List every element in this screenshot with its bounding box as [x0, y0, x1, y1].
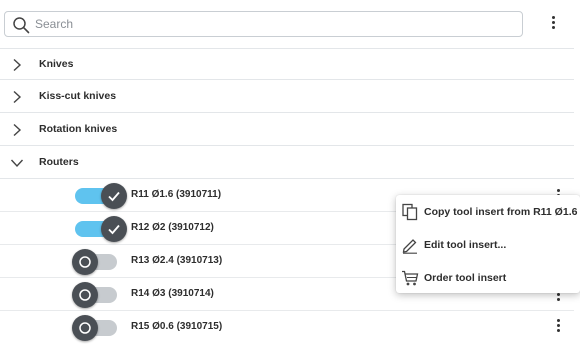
toggle-knob: [101, 216, 127, 242]
toggle-knob: [72, 249, 98, 275]
menu-item-label: Edit tool insert...: [424, 239, 507, 251]
search-icon: [13, 17, 30, 34]
category-label: Rotation knives: [39, 123, 118, 135]
category-label: Routers: [39, 156, 79, 168]
circle-icon: [79, 256, 91, 268]
toggle-knob: [72, 282, 98, 308]
enable-toggle[interactable]: [72, 315, 125, 341]
enable-toggle[interactable]: [75, 216, 127, 242]
pencil-icon: [402, 239, 417, 254]
search-input[interactable]: [35, 14, 505, 34]
tool-label: R11 Ø1.6 (3910711): [131, 189, 222, 200]
edit-tool-insert-item[interactable]: Edit tool insert...: [396, 228, 580, 261]
toggle-knob: [101, 183, 127, 209]
chevron-down-icon: [10, 159, 24, 168]
chevron-right-icon: [13, 90, 22, 104]
category-row-knives[interactable]: Knives: [0, 48, 574, 80]
tool-label: R13 Ø2.4 (3910713): [131, 255, 223, 266]
category-row-rotation-knives[interactable]: Rotation knives: [0, 114, 574, 146]
cart-icon: [402, 270, 419, 286]
copy-icon: [402, 203, 418, 221]
copy-tool-insert-item[interactable]: Copy tool insert from R11 Ø1.6: [396, 195, 580, 228]
tool-label: R15 Ø0.6 (3910715): [131, 321, 223, 332]
toggle-knob: [72, 315, 98, 341]
context-menu: Copy tool insert from R11 Ø1.6 Edit tool…: [396, 195, 580, 293]
chevron-right-icon: [13, 58, 22, 72]
tool-options-icon[interactable]: [553, 317, 563, 337]
enable-toggle[interactable]: [72, 282, 125, 308]
category-row-routers[interactable]: Routers: [0, 147, 574, 179]
more-options-icon[interactable]: [548, 14, 558, 34]
enable-toggle[interactable]: [75, 183, 127, 209]
check-icon: [108, 191, 120, 202]
enable-toggle[interactable]: [72, 249, 125, 275]
menu-item-label: Copy tool insert from R11 Ø1.6: [424, 206, 578, 218]
menu-item-label: Order tool insert: [424, 272, 507, 284]
chevron-right-icon: [13, 123, 22, 137]
tool-label: R12 Ø2 (3910712): [131, 222, 214, 233]
check-icon: [108, 224, 120, 235]
circle-icon: [79, 322, 91, 334]
circle-icon: [79, 289, 91, 301]
category-row-kiss-cut-knives[interactable]: Kiss-cut knives: [0, 81, 574, 113]
category-label: Kiss-cut knives: [39, 90, 117, 102]
search-bar[interactable]: [4, 11, 523, 37]
tool-label: R14 Ø3 (3910714): [131, 288, 214, 299]
category-label: Knives: [39, 58, 74, 70]
order-tool-insert-item[interactable]: Order tool insert: [396, 261, 580, 293]
tool-row: R15 Ø0.6 (3910715): [0, 311, 574, 344]
